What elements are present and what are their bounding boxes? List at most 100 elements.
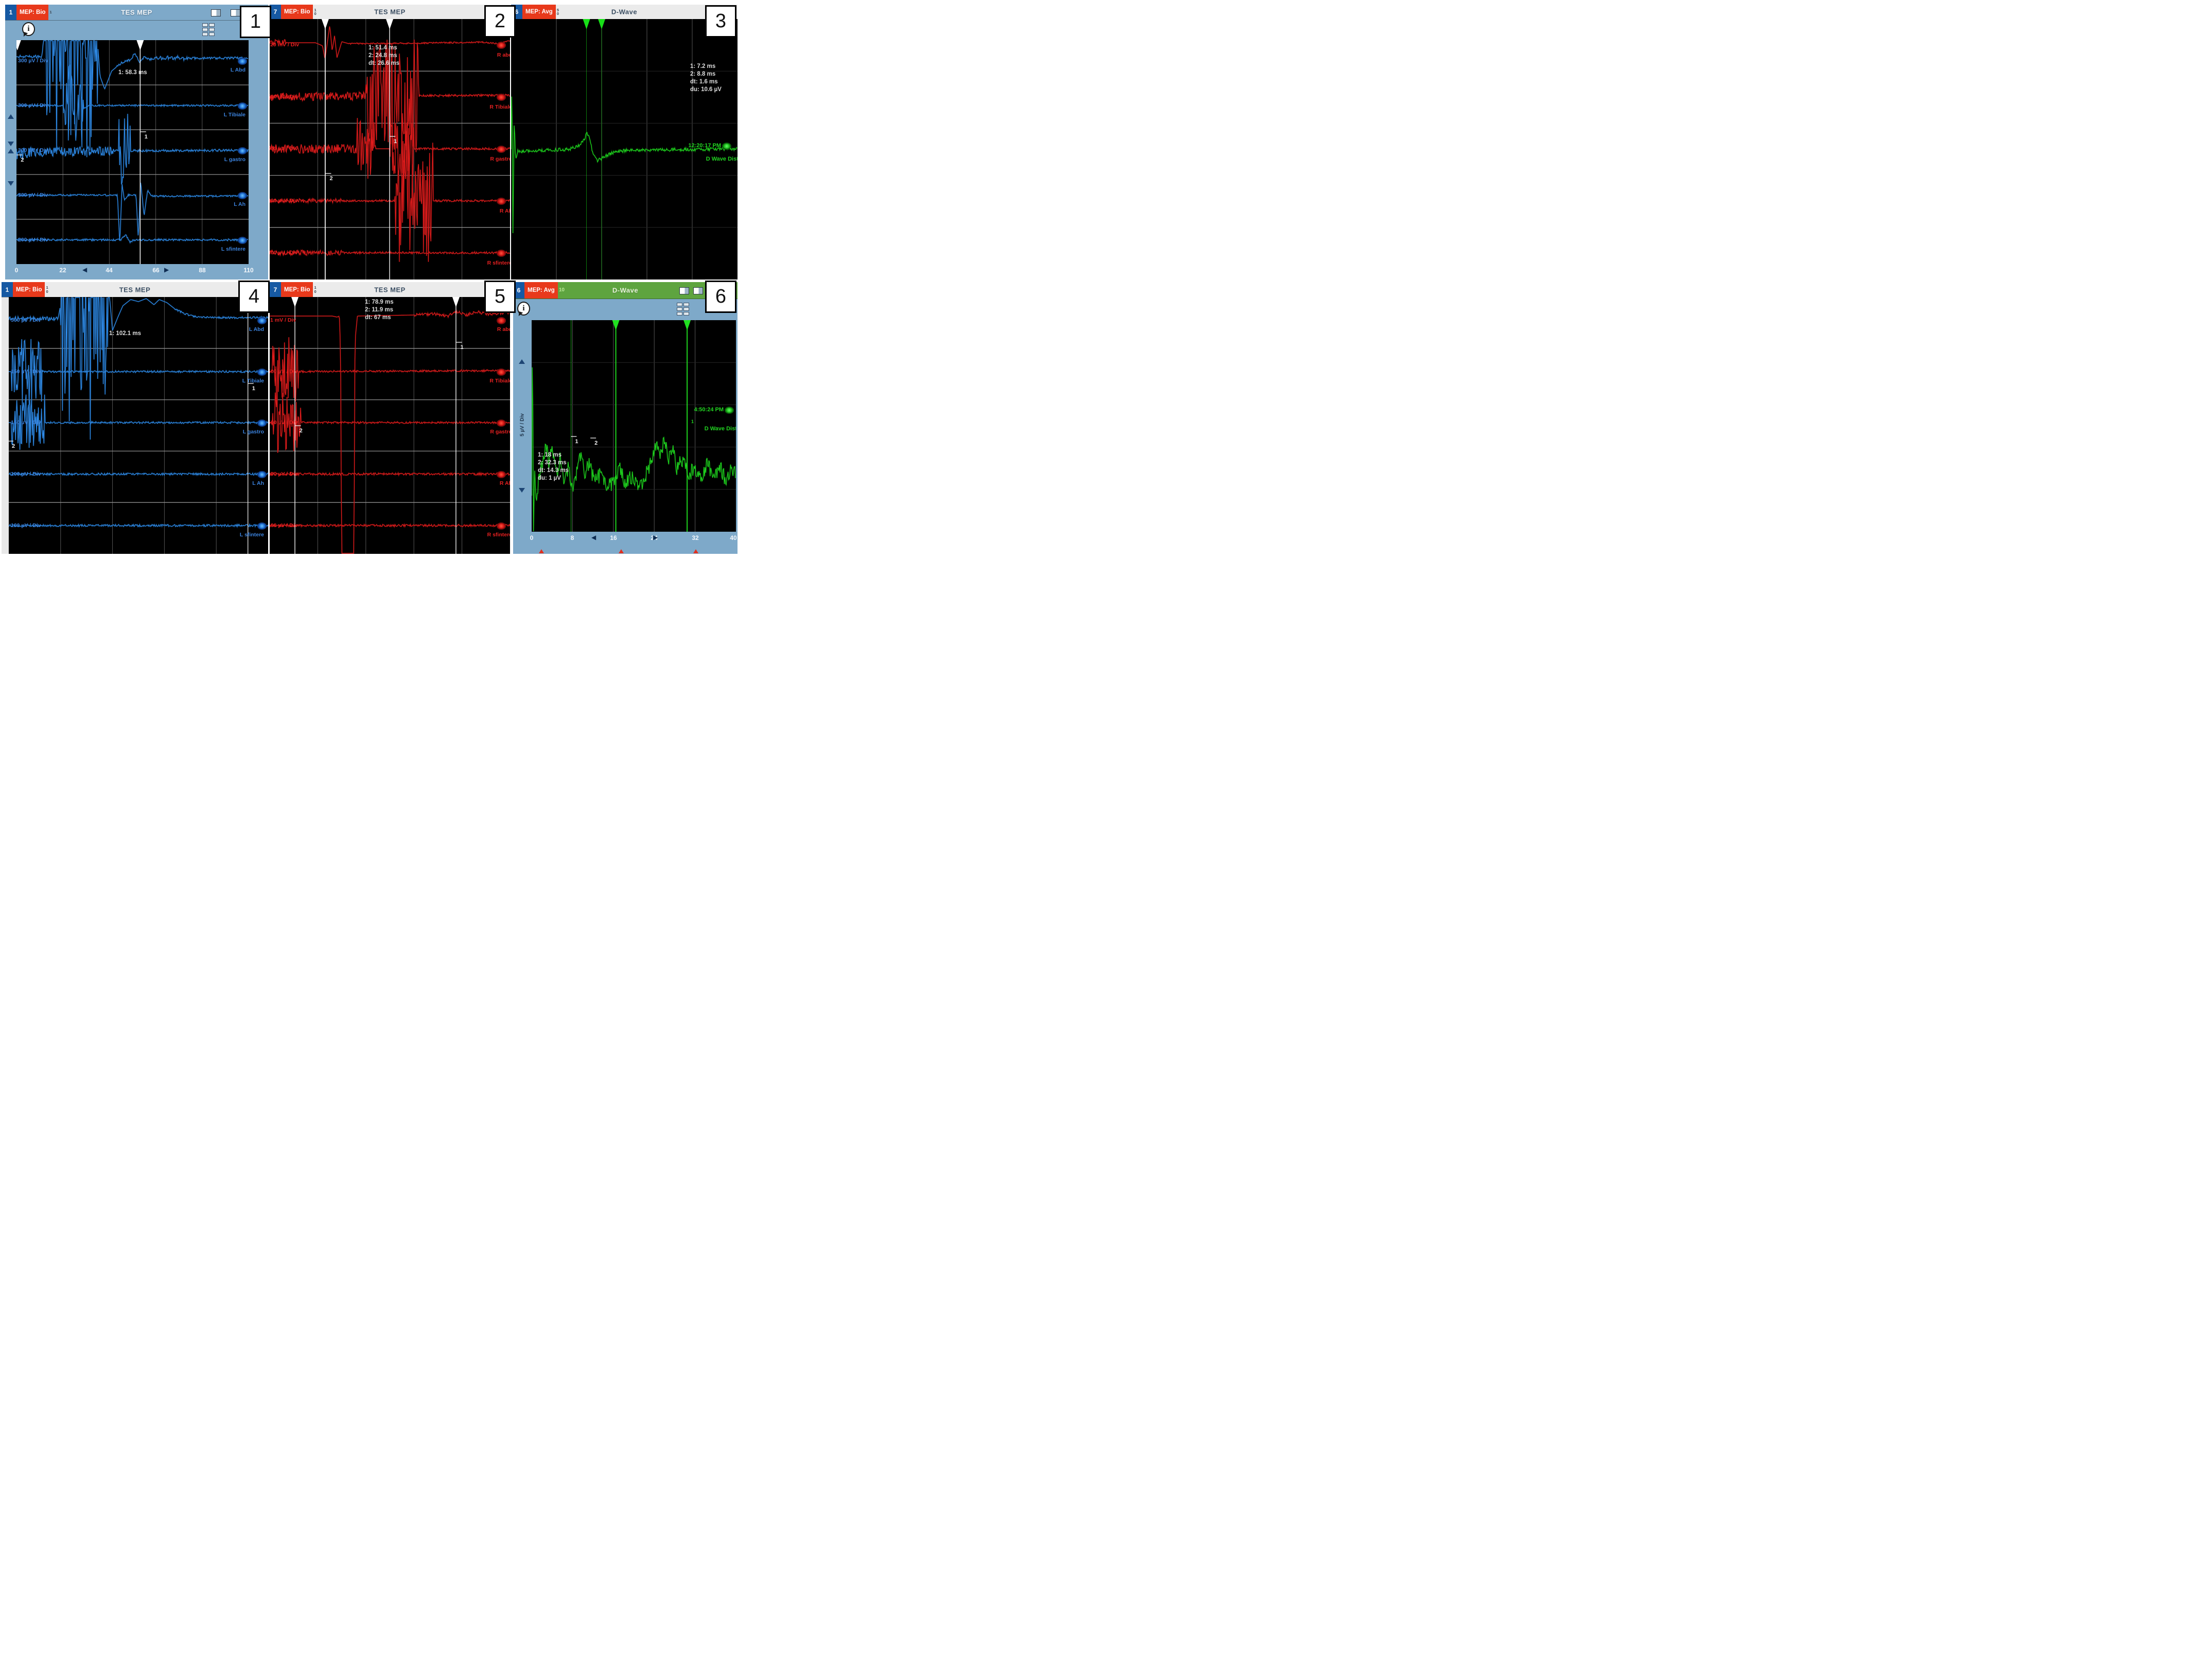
axis-tick: 40 [730,534,736,541]
waveform-trace-glow [532,368,735,531]
electrode-icon[interactable] [725,407,734,414]
trace-timestamp: 12:20:17 PM [688,143,721,149]
electrode-icon[interactable] [497,317,506,324]
pan-left-icon[interactable]: ◀ [591,534,596,541]
electrode-icon[interactable] [497,369,506,376]
scale-label: 20 mV / Div [270,42,299,48]
waveform-canvas: 12 [270,297,510,554]
electrode-icon[interactable] [497,146,506,153]
measurement-line: dt: 26.6 ms [368,60,399,67]
panel-tes-mep-right-top: 7 MEP: Bio 10 TES MEP 12 20 mV / Div 500… [270,5,510,279]
layout-split-icon[interactable] [211,9,221,16]
scroll-down-icon[interactable] [8,181,14,186]
layout-window-icon[interactable] [693,287,703,294]
electrode-icon[interactable] [722,143,731,150]
cursor-marker-label: 1 [461,344,464,351]
waveform-area[interactable]: 12 1: 18 ms 2: 32.3 ms dt: 14.3 ms du: 1… [532,320,736,532]
stim-marker-icon [619,549,624,553]
trace-label: D Wave Dista [706,156,738,162]
neuromonitoring-figure: 1 MEP: Bio 1 TES MEP i 12 300 µV / Div 3… [0,0,738,554]
scroll-up-icon[interactable] [8,149,14,153]
channel-label: L sfintere [221,246,245,252]
cursor-triangle [322,19,329,29]
scale-label: 300 µV / Div [18,58,48,64]
figure-label-6: 6 [705,281,736,313]
cursor-triangle [452,297,460,307]
cursor-triangle [136,40,144,50]
cursor-marker-label: 2 [12,443,15,449]
scroll-up-icon[interactable] [8,114,14,119]
electrode-icon[interactable] [497,419,506,427]
pan-right-icon[interactable]: ▶ [164,266,169,273]
montage-grid-icon[interactable] [202,23,215,36]
scale-label: 100 µV / Div [11,471,41,477]
channel-label: R sfintere [487,532,510,538]
figure-label-3: 3 [705,5,736,38]
waveform-area[interactable]: 1: 7.2 ms 2: 8.8 ms dt: 1.6 ms du: 10.6 … [511,19,738,279]
cursor-marker-label: 2 [329,176,332,182]
waveform-trace-glow [16,114,248,184]
panel-tes-mep-right-bottom: 7 MEP: Bio 10 TES MEP 12 1 mV / Div 500 … [270,282,510,554]
trace-label: D Wave Dista [705,426,736,432]
waveform-trace [16,183,248,240]
electrode-icon[interactable] [257,471,267,478]
scale-label: 150 µV / Div [11,419,41,426]
stim-marker-icon [539,549,544,553]
electrode-icon[interactable] [257,419,267,427]
waveform-area[interactable]: 12 300 µV / Div 300 µV / Div 300 µV / Di… [16,40,249,264]
waveform-area[interactable]: 12 500 µV / Div 150 µV / Div 150 µV / Di… [9,297,268,554]
pan-right-icon[interactable]: ▶ [653,534,658,541]
electrode-icon[interactable] [238,102,247,110]
scroll-up-icon[interactable] [519,359,525,364]
electrode-icon[interactable] [238,192,247,199]
scale-label: 300 µV / Div [18,192,48,198]
panel-title: TES MEP [270,286,510,293]
layout-window-icon[interactable] [231,9,240,16]
waveform-canvas [511,19,738,279]
waveform-area[interactable]: 12 20 mV / Div 500 µV / Div 500 µV / Div… [270,19,510,279]
channel-label: R Ah [500,208,510,214]
cursor-measurements: 1: 18 ms 2: 32.3 ms dt: 14.3 ms du: 1 µV [538,451,569,482]
axis-tick: 0 [530,534,534,541]
electrode-icon[interactable] [497,42,506,49]
scale-label: 500 µV / Div [270,419,298,426]
channel-label: L Abd [249,326,264,333]
montage-grid-icon[interactable] [677,303,689,316]
cursor-marker-label: 1 [575,439,578,445]
channel-label: L Ah [252,480,264,486]
scroll-down-icon[interactable] [519,488,525,493]
cursor-triangle [16,40,21,50]
waveform-area[interactable]: 12 1 mV / Div 500 µV / Div 500 µV / Div … [270,297,510,554]
electrode-icon[interactable] [257,369,267,376]
electrode-icon[interactable] [497,94,506,101]
cursor-marker-label: 1 [691,419,694,424]
electrode-icon[interactable] [497,198,506,205]
scroll-down-icon[interactable] [8,142,14,146]
waveform-trace-glow [16,183,248,240]
waveform-trace [532,368,735,531]
electrode-icon[interactable] [497,250,506,257]
info-icon[interactable]: i [22,22,35,36]
electrode-icon[interactable] [238,58,247,65]
electrode-icon[interactable] [238,147,247,154]
measurement-line: 2: 32.3 ms [538,459,569,467]
cursor-measurements: 1: 51.4 ms 2: 24.8 ms dt: 26.6 ms [368,44,399,67]
electrode-icon[interactable] [497,471,506,478]
cursor-measurements: 1: 58.3 ms [118,69,147,77]
channel-label: R gastro [490,156,510,162]
electrode-icon[interactable] [257,522,267,530]
channel-label: R Tibiale [489,104,510,110]
scale-label: 100 µV / Div [11,522,41,529]
measurement-line: dt: 67 ms [365,314,394,322]
pan-left-icon[interactable]: ◀ [82,266,87,273]
cursor-triangle [683,320,691,330]
figure-label-2: 2 [484,5,516,38]
channel-label: R Tibiale [489,378,510,384]
electrode-icon[interactable] [497,522,506,530]
measurement-line: 1: 102.1 ms [109,330,141,338]
electrode-icon[interactable] [257,317,267,324]
layout-split-icon[interactable] [679,287,689,294]
info-icon[interactable]: i [517,302,530,316]
waveform-trace [270,393,510,453]
electrode-icon[interactable] [238,237,247,244]
